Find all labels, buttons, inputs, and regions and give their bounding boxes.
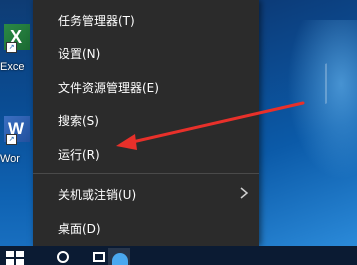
menu-separator (33, 173, 259, 174)
menu-item-label: 运行(R) (58, 148, 100, 162)
menu-item-desktop[interactable]: 桌面(D) (33, 212, 259, 242)
edge-icon[interactable] (112, 253, 128, 265)
menu-item-label: 关机或注销(U) (58, 188, 137, 202)
start-context-menu: 任务管理器(T) 设置(N) 文件资源管理器(E) 搜索(S) 运行(R) 关机… (33, 0, 259, 246)
chevron-right-icon (240, 187, 249, 199)
shortcut-arrow-icon: ↗ (6, 42, 17, 53)
menu-item-file-explorer[interactable]: 文件资源管理器(E) (33, 71, 259, 101)
desktop-icon-label: Wor (0, 153, 20, 165)
search-icon[interactable] (57, 251, 69, 263)
menu-item-label: 桌面(D) (58, 222, 101, 236)
menu-item-label: 搜索(S) (58, 114, 99, 128)
windows-logo-icon[interactable] (6, 251, 26, 265)
shortcut-arrow-icon: ↗ (6, 134, 17, 145)
menu-item-label: 任务管理器(T) (58, 14, 135, 28)
desktop-icon-label: Exce (0, 61, 25, 73)
desktop-wallpaper-right (259, 0, 357, 246)
desktop-icon-excel[interactable]: ↗ Exce (0, 18, 34, 88)
desktop-icon-word[interactable]: ↗ Wor (0, 110, 34, 180)
menu-item-label: 设置(N) (58, 47, 101, 61)
menu-item-settings[interactable]: 设置(N) (33, 37, 259, 67)
taskbar (0, 246, 357, 265)
menu-item-shutdown[interactable]: 关机或注销(U) (33, 178, 259, 208)
menu-item-search[interactable]: 搜索(S) (33, 104, 259, 134)
task-view-icon[interactable] (93, 252, 105, 262)
menu-item-label: 文件资源管理器(E) (58, 81, 159, 95)
menu-item-task-manager[interactable]: 任务管理器(T) (33, 4, 259, 34)
menu-item-run[interactable]: 运行(R) (33, 138, 259, 168)
